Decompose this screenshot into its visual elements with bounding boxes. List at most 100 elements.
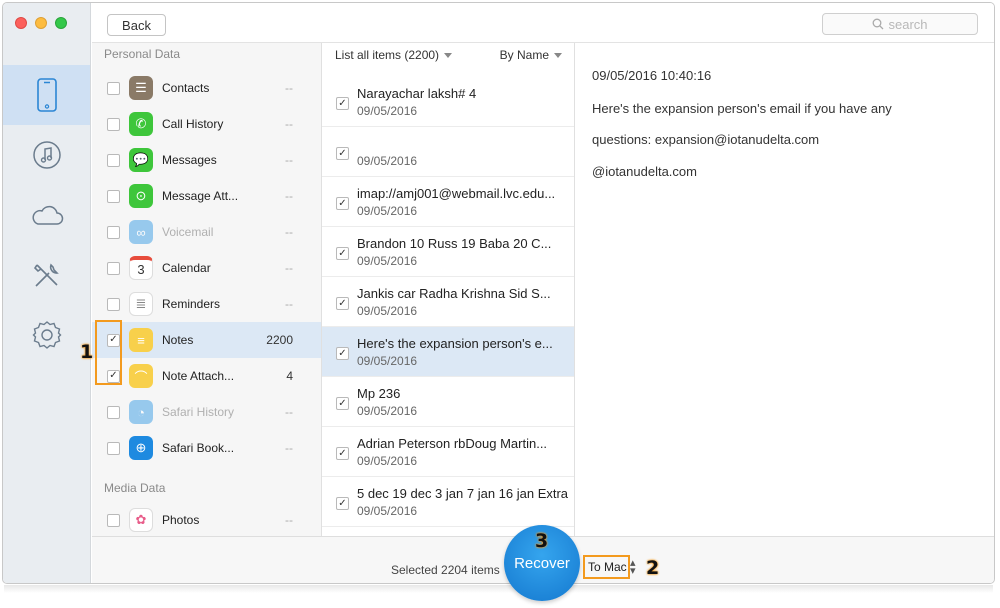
category-item[interactable]: 💬 Messages -- [92, 142, 321, 178]
category-item[interactable]: ✿ Photos -- [92, 502, 321, 538]
list-item-checkbox[interactable] [336, 147, 349, 160]
list-item[interactable]: 5 dec 19 dec 3 jan 7 jan 16 jan Extra 09/… [322, 477, 574, 527]
list-item-date: 09/05/2016 [357, 204, 418, 218]
phone-icon: ✆ [129, 112, 153, 136]
category-label: Contacts [162, 81, 210, 95]
category-count: -- [285, 513, 293, 527]
toolbar: Back search [92, 3, 994, 43]
category-count: -- [285, 189, 293, 203]
category-item[interactable]: ☰ Contacts -- [92, 70, 321, 106]
detail-timestamp: 09/05/2016 10:40:16 [592, 68, 712, 83]
updown-arrows-icon[interactable]: ▴ ▾ [630, 558, 636, 577]
category-item[interactable]: ≣ Reminders -- [92, 286, 321, 322]
category-count: -- [285, 261, 293, 275]
search-icon [873, 18, 884, 30]
category-label: Safari Book... [162, 441, 235, 455]
category-checkbox[interactable] [107, 153, 120, 167]
list-item-date: 09/05/2016 [357, 504, 418, 518]
messages-icon: 💬 [129, 148, 153, 172]
annotation-number-2: 2 [646, 557, 660, 579]
category-checkbox[interactable] [107, 81, 120, 95]
category-item[interactable]: ✆ Call History -- [92, 106, 321, 142]
sort-label: By Name [499, 48, 549, 62]
list-item-title: Mp 236 [357, 386, 401, 401]
rail-icloud[interactable] [3, 185, 90, 245]
category-item[interactable]: ⊙ Message Att... -- [92, 178, 321, 214]
category-count: -- [285, 441, 293, 455]
category-count: 2200 [266, 333, 293, 347]
list-item[interactable]: Jankis car Radha Krishna Sid S... 09/05/2… [322, 277, 574, 327]
list-item[interactable]: Brandon 10 Russ 19 Baba 20 C... 09/05/201… [322, 227, 574, 277]
list-item-date: 09/05/2016 [357, 104, 418, 118]
list-item-checkbox[interactable] [336, 497, 349, 510]
category-item[interactable]: ≡ Notes 2200 [92, 322, 321, 358]
category-panel: Personal Data Media Data ☰ Contacts -- ✆ Cal… [92, 43, 321, 536]
category-label: Note Attach... [162, 369, 235, 383]
category-label: Voicemail [162, 225, 214, 239]
zoom-window-button[interactable] [55, 17, 67, 29]
category-checkbox[interactable] [107, 513, 120, 527]
list-item-checkbox[interactable] [336, 397, 349, 410]
list-item-date: 09/05/2016 [357, 454, 418, 468]
rail-music[interactable] [3, 125, 90, 185]
search-placeholder: search [888, 16, 928, 32]
note-attachment-icon: ⌒ [129, 364, 153, 388]
list-item[interactable]: Narayachar laksh# 4 09/05/2016 [322, 77, 574, 127]
calendar-icon: 3 [129, 256, 153, 280]
category-count: -- [285, 81, 293, 95]
category-item[interactable]: ⌒ Note Attach... 4 [92, 358, 321, 394]
list-item-date: 09/05/2016 [357, 354, 418, 368]
sidebar-rail [3, 3, 91, 583]
list-header: List all items (2200) By Name [322, 43, 574, 67]
annotation-box-destination [583, 555, 630, 579]
window-controls [15, 17, 67, 29]
sort-dropdown[interactable]: By Name [500, 48, 562, 62]
icloud-icon [31, 205, 63, 225]
category-item[interactable]: ◔ Safari History -- [92, 394, 321, 430]
app-window: Back search Personal Data Media Data ☰ Co… [2, 2, 995, 584]
back-button[interactable]: Back [107, 14, 166, 36]
list-item-checkbox[interactable] [336, 347, 349, 360]
search-input[interactable]: search [822, 13, 978, 35]
section-personal-data: Personal Data [104, 47, 181, 61]
device-icon [36, 78, 57, 112]
list-item-checkbox[interactable] [336, 197, 349, 210]
category-checkbox[interactable] [107, 261, 120, 275]
category-item[interactable]: 3 Calendar -- [92, 250, 321, 286]
category-checkbox[interactable] [107, 405, 120, 419]
detail-text-line: Here's the expansion person's email if y… [592, 101, 892, 116]
list-item-checkbox[interactable] [336, 247, 349, 260]
list-item-checkbox[interactable] [336, 297, 349, 310]
list-item-checkbox[interactable] [336, 447, 349, 460]
category-item[interactable]: ∞ Voicemail -- [92, 214, 321, 250]
close-window-button[interactable] [15, 17, 27, 29]
category-checkbox[interactable] [107, 117, 120, 131]
list-item-title: imap://amj001@webmail.lvc.edu... [357, 186, 556, 201]
category-label: Messages [162, 153, 217, 167]
minimize-window-button[interactable] [35, 17, 47, 29]
category-checkbox[interactable] [107, 225, 120, 239]
list-item[interactable]: Adrian Peterson rbDoug Martin... 09/05/20… [322, 427, 574, 477]
rail-tools[interactable] [3, 245, 90, 305]
section-media-data: Media Data [104, 481, 166, 495]
list-item[interactable]: Here's the expansion person's e... 09/05/… [322, 327, 574, 377]
list-item-checkbox[interactable] [336, 97, 349, 110]
category-checkbox[interactable] [107, 189, 120, 203]
list-item[interactable]: 09/05/2016 [322, 127, 574, 177]
detail-pane: 09/05/2016 10:40:16 Here's the expansion… [576, 43, 994, 536]
rail-settings[interactable] [3, 305, 90, 365]
list-item[interactable]: Mp 236 09/05/2016 [322, 377, 574, 427]
rail-device[interactable] [3, 65, 90, 125]
window-shadow [4, 585, 993, 593]
list-item-title: Jankis car Radha Krishna Sid S... [357, 286, 551, 301]
list-filter-dropdown[interactable]: List all items (2200) [335, 48, 453, 62]
list-item-date: 09/05/2016 [357, 304, 418, 318]
list-item[interactable]: imap://amj001@webmail.lvc.edu... 09/05/20… [322, 177, 574, 227]
category-label: Call History [162, 117, 224, 131]
category-checkbox[interactable] [107, 441, 120, 455]
tools-icon [33, 263, 59, 287]
category-item[interactable]: ⊕ Safari Book... -- [92, 430, 321, 466]
category-checkbox[interactable] [107, 297, 120, 311]
chevron-down-icon [554, 53, 562, 59]
annotation-box-checkboxes [95, 320, 122, 385]
